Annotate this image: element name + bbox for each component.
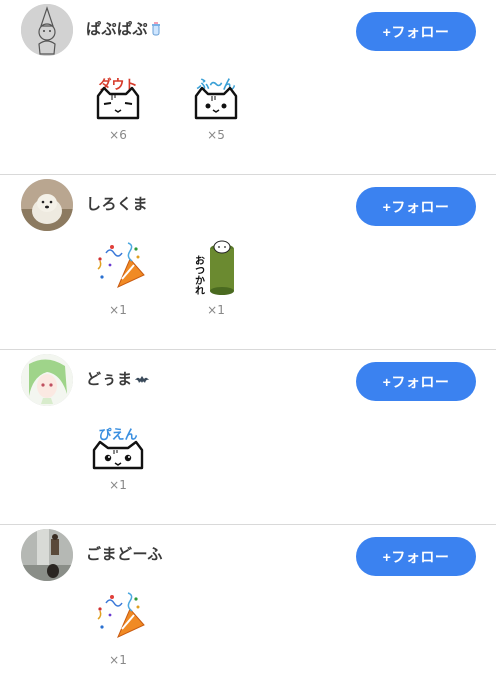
avatar[interactable] <box>21 179 73 231</box>
stamp-reaction: おつかれさま ×1 <box>186 235 246 317</box>
cat-stamp-icon: ふ〜ん <box>186 60 246 120</box>
follow-button[interactable]: +フォロー <box>356 537 476 576</box>
bat-icon <box>134 372 150 390</box>
stamp-reaction: ぴえん ×1 <box>88 410 148 492</box>
username[interactable]: どぅま <box>86 368 150 390</box>
stamp-caption: おつかれさま <box>193 255 205 295</box>
avatar[interactable] <box>21 354 73 406</box>
reaction-user-list: ぱぷぱぷ +フォロー ダウト ×6 ふ〜ん ×5 しろくま +フォロー ×1 お… <box>0 0 496 680</box>
otsukare-stamp-icon: おつかれさま <box>186 235 246 315</box>
party-popper-icon <box>88 235 148 295</box>
follow-button[interactable]: +フォロー <box>356 362 476 401</box>
baby-bottle-icon <box>149 20 163 40</box>
stamp-count: ×1 <box>109 303 127 317</box>
cat-stamp-icon: ぴえん <box>88 410 148 470</box>
stamp-count: ×1 <box>109 478 127 492</box>
avatar[interactable] <box>21 4 73 56</box>
username[interactable]: ぱぷぱぷ <box>86 18 163 40</box>
follow-button[interactable]: +フォロー <box>356 187 476 226</box>
user-row: しろくま +フォロー ×1 おつかれさま ×1 <box>0 175 496 350</box>
cat-stamp-icon: ダウト <box>88 60 148 120</box>
stamp-count: ×1 <box>207 303 225 317</box>
user-row: ごまどーふ +フォロー ×1 <box>0 525 496 700</box>
avatar[interactable] <box>21 529 73 581</box>
stamp-reaction: ×1 <box>88 235 148 317</box>
user-row: どぅま +フォロー ぴえん ×1 <box>0 350 496 525</box>
party-popper-icon <box>88 585 148 645</box>
stamp-count: ×1 <box>109 653 127 667</box>
stamp-reaction: ダウト ×6 <box>88 60 148 142</box>
stamp-reaction: ×1 <box>88 585 148 667</box>
username[interactable]: しろくま <box>86 193 148 214</box>
follow-button[interactable]: +フォロー <box>356 12 476 51</box>
username[interactable]: ごまどーふ <box>86 543 163 564</box>
user-row: ぱぷぱぷ +フォロー ダウト ×6 ふ〜ん ×5 <box>0 0 496 175</box>
stamp-count: ×6 <box>109 128 127 142</box>
stamp-reaction: ふ〜ん ×5 <box>186 60 246 142</box>
stamp-count: ×5 <box>207 128 225 142</box>
